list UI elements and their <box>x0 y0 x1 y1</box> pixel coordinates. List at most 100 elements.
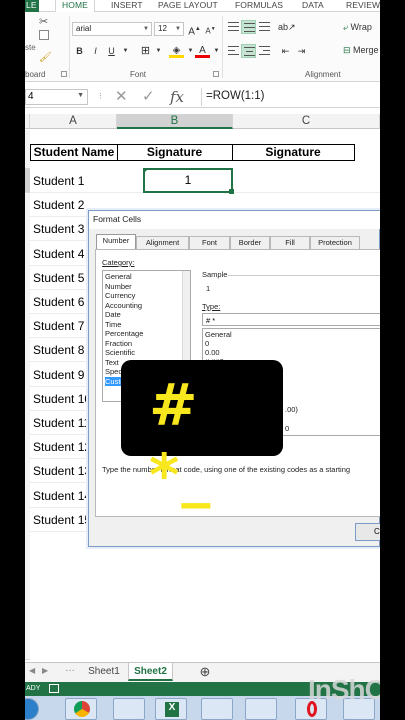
start-icon[interactable] <box>25 698 39 720</box>
tab-data[interactable]: DATA <box>302 0 324 10</box>
student-name-cell[interactable]: Student 6 <box>33 295 84 309</box>
tab-page-layout[interactable]: PAGE LAYOUT <box>158 0 218 10</box>
window-taskbar-icon[interactable] <box>245 698 277 720</box>
category-item[interactable]: Text <box>105 358 119 368</box>
scroll-left-icon[interactable]: ◀ <box>29 666 35 675</box>
student-name-cell[interactable]: Student 8 <box>33 343 84 357</box>
tab-review[interactable]: REVIEW <box>346 0 380 10</box>
top-align-icon[interactable] <box>226 20 241 34</box>
student-name-cell[interactable]: Student 15 <box>33 513 91 527</box>
student-name-cell[interactable]: Student 4 <box>33 247 84 261</box>
middle-align-icon[interactable] <box>241 20 256 34</box>
sample-label: Sample <box>202 270 228 279</box>
tab-font[interactable]: Font <box>189 236 230 249</box>
font-launcher-icon[interactable] <box>213 71 219 77</box>
category-item[interactable]: General <box>105 272 132 282</box>
ribbon: ✂ ste 🖌 board arial ▼ 12 ▼ A▲ A▼ B I U ▼ ⊞… <box>25 12 380 82</box>
student-name-cell[interactable]: Student 12 <box>33 440 91 454</box>
clipboard-launcher-icon[interactable] <box>61 71 67 77</box>
underline-dropdown-icon[interactable]: ▼ <box>118 44 133 58</box>
category-item[interactable]: Percentage <box>105 329 143 339</box>
category-item[interactable]: Accounting <box>105 301 142 311</box>
type-item-partial[interactable]: 0 <box>285 424 289 434</box>
chrome-taskbar-icon[interactable] <box>65 698 97 720</box>
column-header-b[interactable]: B <box>117 114 233 129</box>
student-name-cell[interactable]: Student 2 <box>33 198 84 212</box>
orientation-icon[interactable]: ab↗ <box>278 20 296 34</box>
wrap-text-button[interactable]: ⤶ Wrap <box>343 22 372 33</box>
column-header-c[interactable]: C <box>233 114 380 129</box>
student-name-cell[interactable]: Student 3 <box>33 222 84 236</box>
sheet-more-icon[interactable]: … <box>65 663 75 674</box>
formula-bar: 4 ▼ ⋮ ✕ ✓ fx =ROW(1:1) <box>25 86 380 108</box>
font-color-icon[interactable]: A <box>195 44 210 58</box>
formula-input[interactable]: =ROW(1:1) <box>201 88 380 106</box>
insert-function-icon[interactable]: fx <box>170 89 184 105</box>
category-item[interactable]: Number <box>105 282 132 292</box>
student-name-cell[interactable]: Student 9 <box>33 368 84 382</box>
fill-color-icon[interactable]: ◈ <box>169 44 184 58</box>
window-taskbar-icon[interactable] <box>201 698 233 720</box>
merge-center-button[interactable]: ⊟ Merge <box>343 45 379 56</box>
student-name-cell[interactable]: Student 13 <box>33 464 91 478</box>
bold-button[interactable]: B <box>72 44 87 58</box>
row-header-selected[interactable] <box>25 168 30 193</box>
align-left-icon[interactable] <box>226 44 241 58</box>
sheet-tab-sheet1[interactable]: Sheet1 <box>83 663 125 681</box>
bottom-align-icon[interactable] <box>257 20 272 34</box>
cut-icon[interactable]: ✂ <box>39 15 48 28</box>
shrink-font-icon[interactable]: A▼ <box>203 22 218 36</box>
font-size-combo[interactable]: 12 ▼ <box>154 22 184 36</box>
student-name-cell[interactable]: Student 11 <box>33 416 90 430</box>
cancel-icon[interactable]: ✕ <box>115 89 128 105</box>
excel-taskbar-icon[interactable]: X <box>155 698 187 720</box>
header-student-name[interactable]: Student Name <box>30 144 118 161</box>
decrease-indent-icon[interactable]: ⇤ <box>278 44 293 58</box>
tab-file[interactable]: LE <box>25 0 39 12</box>
tab-number[interactable]: Number <box>96 234 136 250</box>
row-header-strip <box>25 130 30 660</box>
category-item[interactable]: Currency <box>105 291 135 301</box>
student-name-cell[interactable]: Student 7 <box>33 319 84 333</box>
selected-cell-b4[interactable]: 1 <box>143 168 233 193</box>
font-name-combo[interactable]: arial ▼ <box>72 22 152 36</box>
tab-protection[interactable]: Protection <box>310 236 360 249</box>
align-right-icon[interactable] <box>257 44 272 58</box>
macro-record-icon[interactable] <box>49 684 59 693</box>
copy-icon[interactable] <box>39 30 49 40</box>
enter-icon[interactable]: ✓ <box>142 89 155 105</box>
header-signature-c[interactable]: Signature <box>232 144 355 161</box>
name-box[interactable]: 4 ▼ <box>25 89 88 105</box>
student-name-cell[interactable]: Student 10 <box>33 392 91 406</box>
category-item[interactable]: Scientific <box>105 348 135 358</box>
student-name-cell[interactable]: Student 14 <box>33 489 91 503</box>
sheet-tab-sheet2[interactable]: Sheet2 <box>128 663 173 681</box>
align-center-icon[interactable] <box>241 44 256 58</box>
tab-border[interactable]: Border <box>230 236 270 249</box>
italic-button[interactable]: I <box>88 44 103 58</box>
cancel-button[interactable]: C <box>355 523 380 541</box>
window-taskbar-icon[interactable] <box>113 698 145 720</box>
paste-label[interactable]: ste <box>25 43 36 52</box>
add-sheet-icon[interactable]: ⊕ <box>195 663 215 681</box>
fill-handle[interactable] <box>229 189 234 194</box>
category-item[interactable]: Time <box>105 320 121 330</box>
underline-button[interactable]: U <box>104 44 119 58</box>
tab-fill[interactable]: Fill <box>270 236 310 249</box>
type-item-partial[interactable]: .00) <box>285 405 298 415</box>
tab-alignment[interactable]: Alignment <box>136 236 189 249</box>
type-input[interactable]: # * <box>202 313 380 326</box>
borders-dropdown-icon[interactable]: ▼ <box>151 44 166 58</box>
tab-formulas[interactable]: FORMULAS <box>235 0 283 10</box>
tab-insert[interactable]: INSERT <box>111 0 143 10</box>
header-signature-b[interactable]: Signature <box>117 144 233 161</box>
category-item[interactable]: Fraction <box>105 339 132 349</box>
grow-font-icon[interactable]: A▲ <box>187 22 202 37</box>
increase-indent-icon[interactable]: ⇥ <box>294 44 309 58</box>
category-item[interactable]: Date <box>105 310 121 320</box>
format-painter-icon[interactable]: 🖌 <box>39 52 52 63</box>
scroll-right-icon[interactable]: ▶ <box>42 666 48 675</box>
student-name-cell[interactable]: Student 5 <box>33 271 84 285</box>
student-name-cell[interactable]: Student 1 <box>33 174 84 188</box>
column-header-a[interactable]: A <box>30 114 117 129</box>
